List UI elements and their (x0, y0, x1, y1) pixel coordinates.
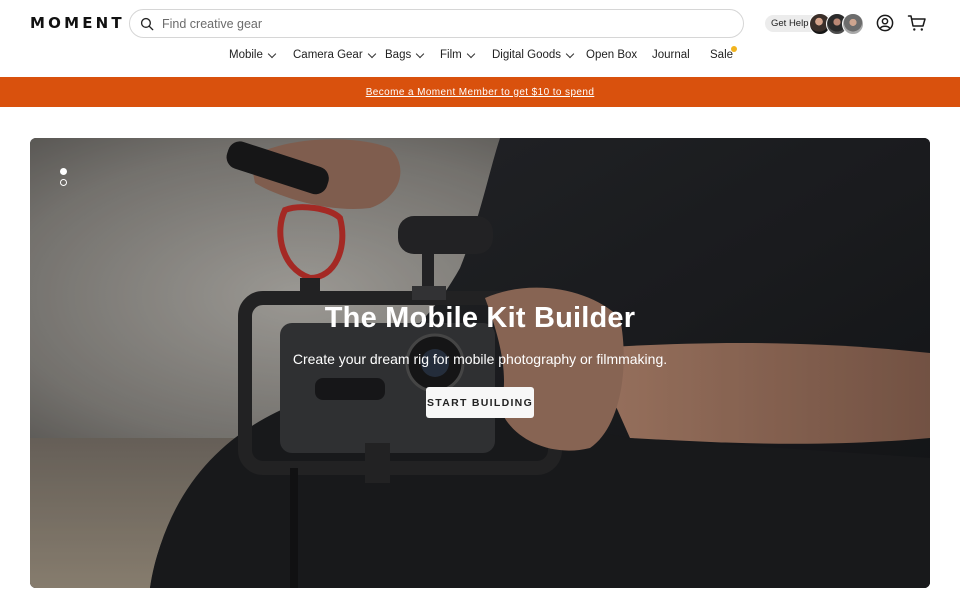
nav-item-open-box[interactable]: Open Box (586, 49, 637, 61)
search-input[interactable] (162, 16, 722, 31)
carousel-dot[interactable] (60, 179, 67, 186)
promo-banner: Become a Moment Member to get $10 to spe… (0, 77, 960, 107)
nav-item-sale[interactable]: Sale (710, 49, 733, 61)
nav-item-label: Sale (710, 49, 734, 61)
nav-item-label: Film (440, 49, 462, 61)
account-icon (876, 14, 894, 32)
membership-promo-link[interactable]: Become a Moment Member to get $10 to spe… (366, 87, 595, 98)
chevron-down-icon (466, 49, 475, 58)
nav-item-mobile[interactable]: Mobile (229, 49, 277, 61)
moment-logo[interactable]: MOMENT (30, 14, 125, 32)
cart-icon (907, 15, 926, 31)
hero-title: The Mobile Kit Builder (324, 302, 636, 334)
nav-item-film[interactable]: Film (440, 49, 475, 61)
hero-banner: The Mobile Kit Builder Create your dream… (30, 138, 930, 588)
site-header: MOMENT Get Help Mobile C (0, 0, 960, 77)
nav-item-label: Digital Goods (492, 49, 562, 61)
nav-item-label: Open Box (586, 49, 638, 61)
chevron-down-icon (415, 49, 425, 58)
get-help-widget[interactable]: Get Help (765, 13, 864, 35)
nav-item-label: Camera Gear (293, 49, 363, 61)
nav-item-camera-gear[interactable]: Camera Gear (293, 49, 376, 61)
hero-subtitle: Create your dream rig for mobile photogr… (292, 351, 668, 367)
nav-item-journal[interactable]: Journal (652, 49, 690, 61)
nav-item-label: Mobile (229, 49, 263, 61)
start-building-button[interactable]: START BUILDING (426, 387, 534, 418)
support-avatar (842, 13, 864, 35)
sale-indicator-dot (731, 46, 737, 52)
search-icon (140, 17, 154, 30)
nav-item-bags[interactable]: Bags (385, 49, 425, 61)
carousel-dot-active[interactable] (60, 168, 67, 175)
main-nav: Mobile Camera Gear Bags Film Digital Goo… (0, 49, 960, 67)
chevron-down-icon (367, 49, 376, 58)
nav-item-label: Journal (652, 49, 690, 61)
chevron-down-icon (267, 49, 277, 58)
account-button[interactable] (875, 13, 895, 33)
cart-button[interactable] (907, 13, 927, 33)
carousel-pagination (60, 168, 68, 188)
search-bar[interactable] (129, 9, 744, 38)
nav-item-label: Bags (385, 49, 412, 61)
nav-item-digital-goods[interactable]: Digital Goods (492, 49, 575, 61)
chevron-down-icon (565, 49, 575, 58)
